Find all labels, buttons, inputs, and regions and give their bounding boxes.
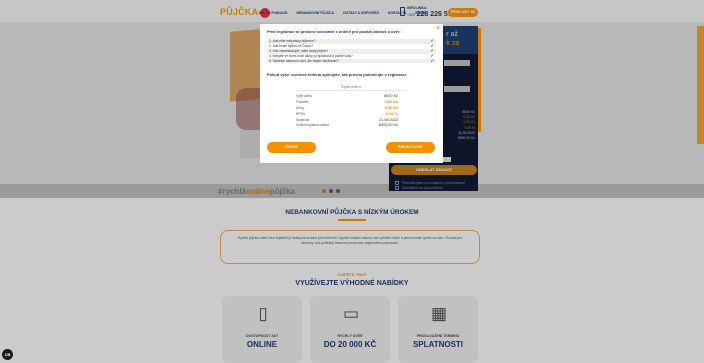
modal-title: Před registrací se prosíme seznamte s kr… xyxy=(267,29,401,34)
criteria-item: 5. Vlastníte bankovní účet, ale nejste i… xyxy=(267,57,436,64)
cancel-button[interactable]: ZRUŠIT xyxy=(267,142,316,153)
eligibility-modal: × Před registrací se prosíme seznamte s … xyxy=(260,24,443,163)
eligibility-note: Pokud výše uvedená kritéria splňujete, t… xyxy=(267,72,408,77)
continue-button[interactable]: POKRAČOVAT xyxy=(386,142,435,153)
summary-row: Celková splatná částka 8000,00 Kč xyxy=(296,123,398,128)
criteria-list: 1. Jste plně svéprávný příjemce? ✔ 2. Jst… xyxy=(267,38,436,64)
summary-divider xyxy=(296,90,406,91)
check-icon: ✔ xyxy=(430,57,434,63)
accessibility-icon[interactable]: CB xyxy=(2,349,13,360)
loan-summary: Výše úvěru Výše úvěru 8000 Kč Poplatek 0,0… xyxy=(296,84,406,129)
